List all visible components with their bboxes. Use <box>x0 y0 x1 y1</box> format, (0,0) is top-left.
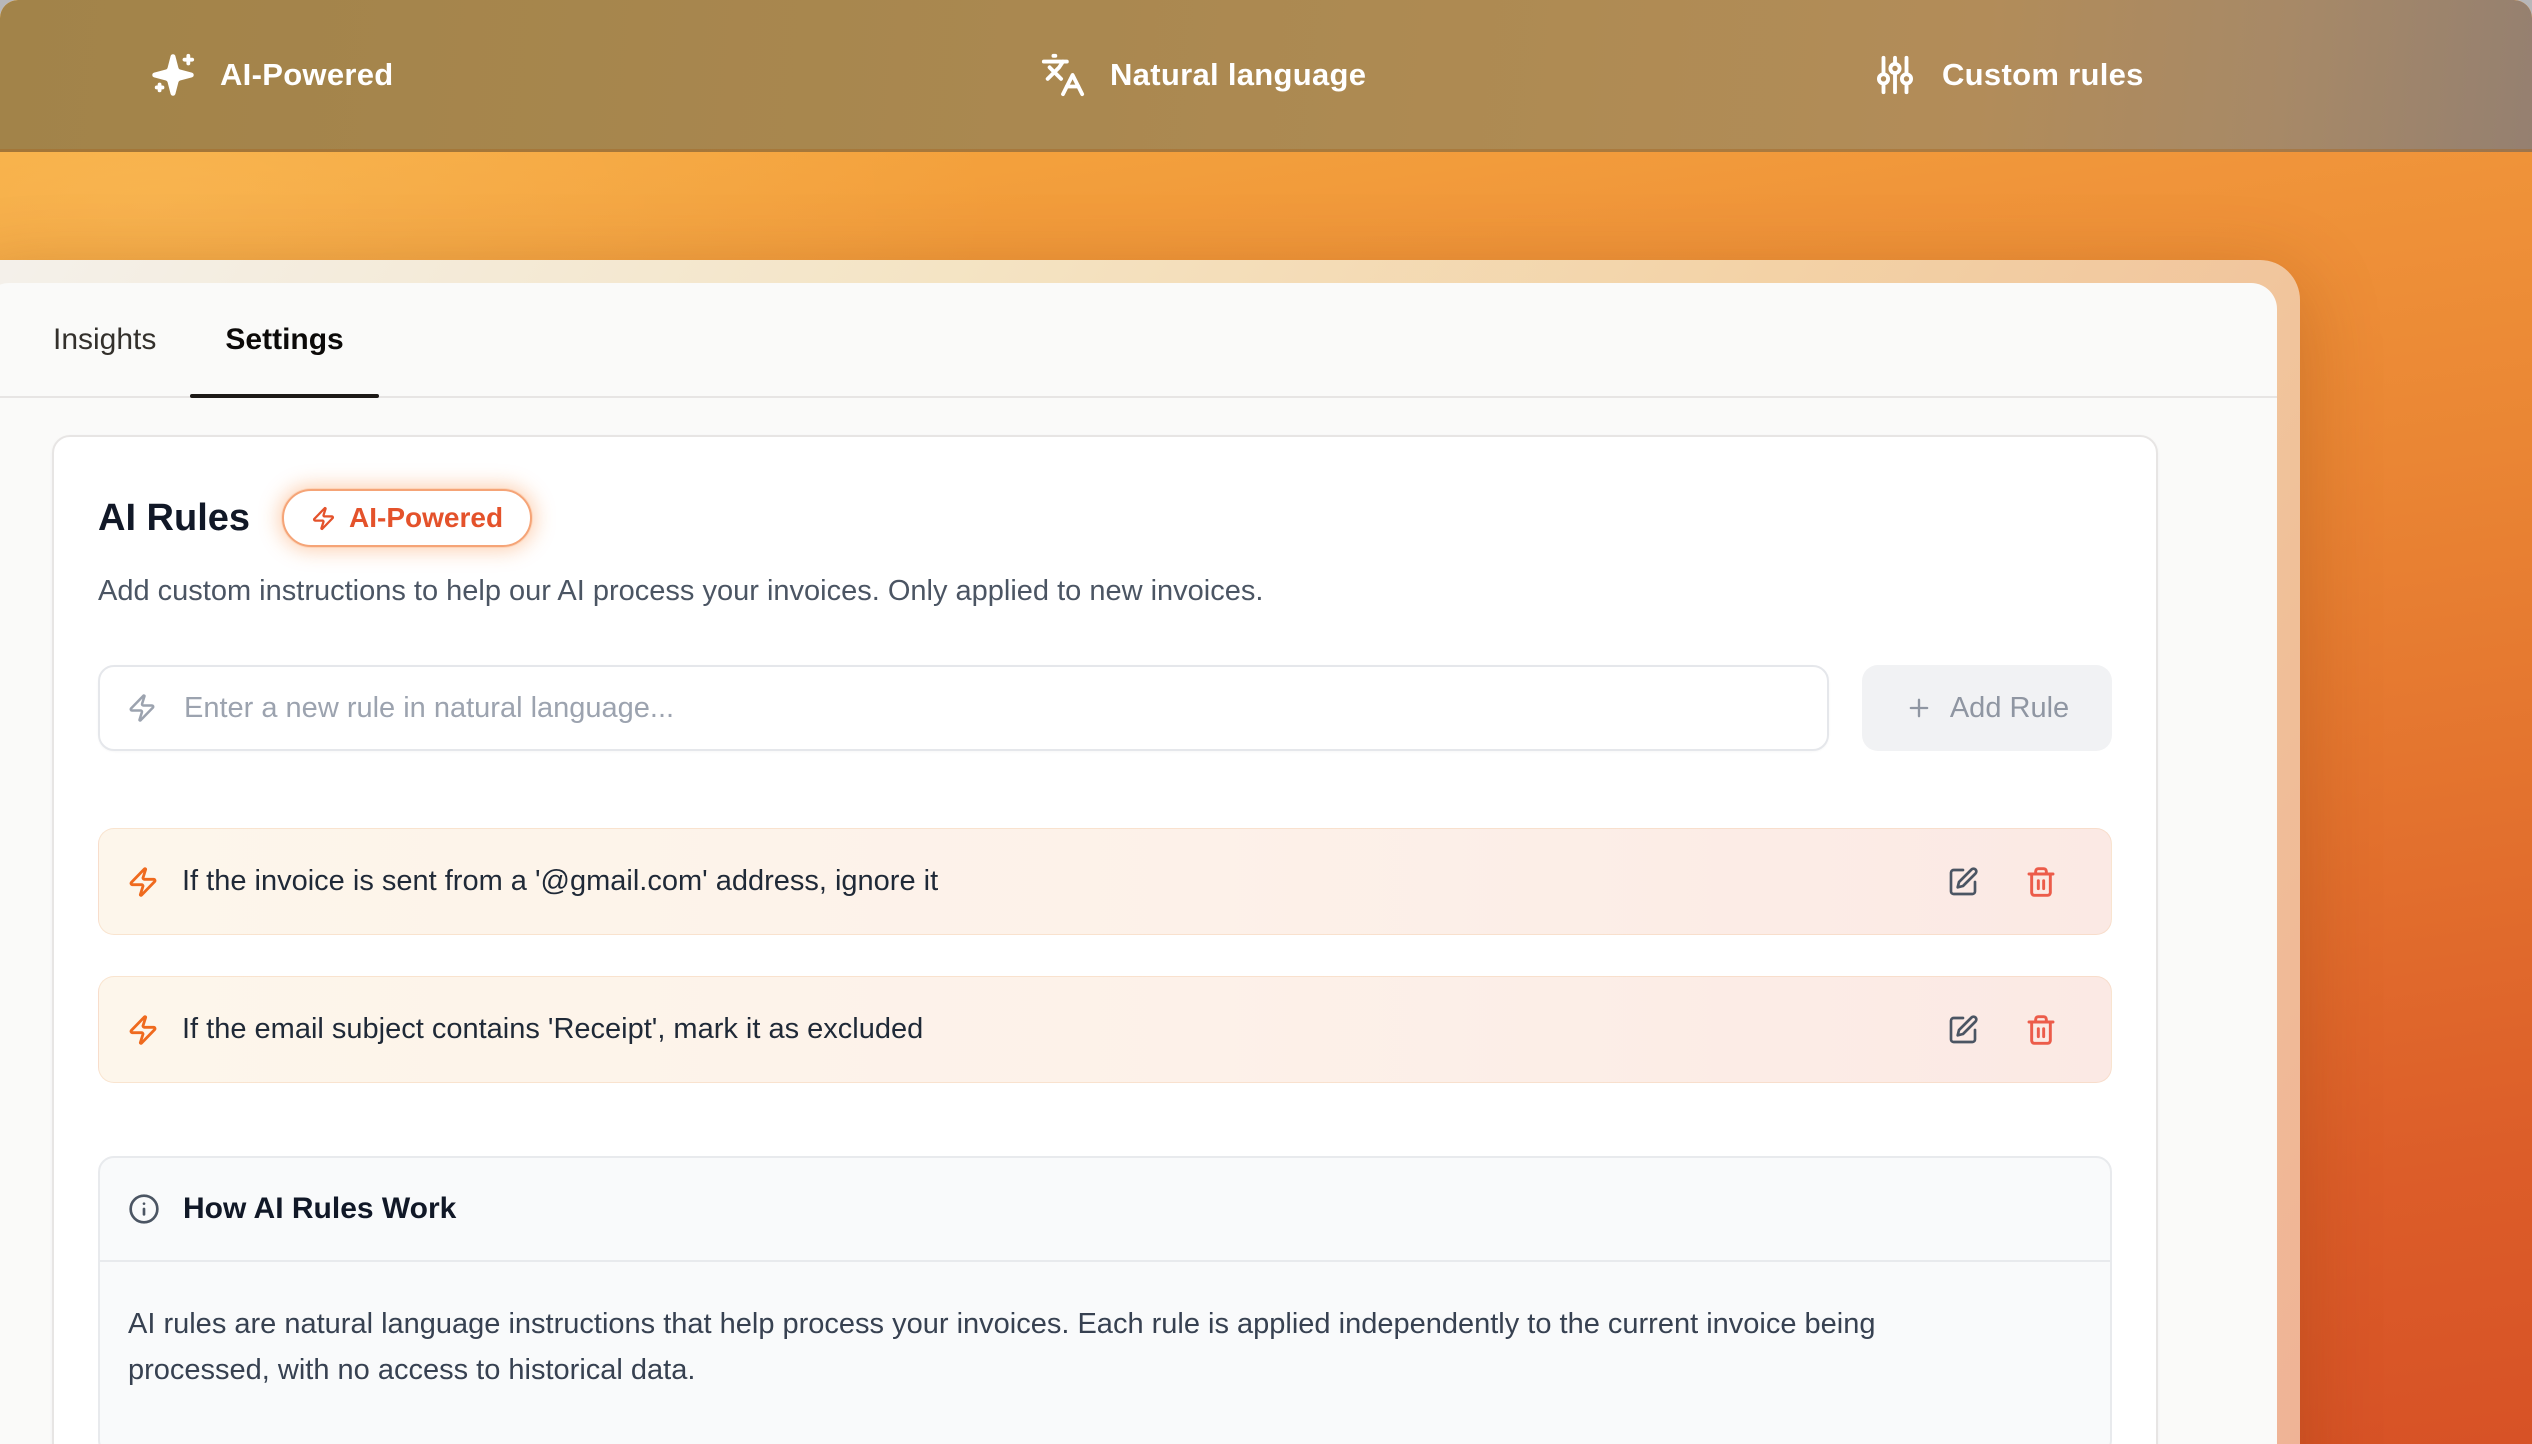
info-icon <box>128 1193 160 1225</box>
rule-row: If the email subject contains 'Receipt',… <box>98 976 2112 1083</box>
feature-label: AI-Powered <box>220 57 394 93</box>
rule-row: If the invoice is sent from a '@gmail.co… <box>98 828 2112 935</box>
trash-icon[interactable] <box>2025 1014 2057 1046</box>
info-title: How AI Rules Work <box>183 1192 456 1226</box>
zap-icon <box>127 693 157 723</box>
sliders-icon <box>1872 52 1918 98</box>
trash-icon[interactable] <box>2025 866 2057 898</box>
rule-actions <box>1947 866 2083 898</box>
languages-icon <box>1040 52 1086 98</box>
new-rule-row: Add Rule <box>98 665 2112 751</box>
rule-input[interactable] <box>182 691 1800 726</box>
add-rule-label: Add Rule <box>1950 692 2069 725</box>
edit-icon[interactable] <box>1947 866 1979 898</box>
tab-bar: Insights Settings <box>0 283 2277 398</box>
tab-label: Insights <box>53 323 156 357</box>
screen: AI-Powered Natural language Custom rules… <box>0 0 2532 1444</box>
ai-powered-badge: AI-Powered <box>282 489 532 547</box>
app-window: Insights Settings AI Rules AI-Powered <box>0 260 2300 1444</box>
rule-actions <box>1947 1014 2083 1046</box>
feature-label: Custom rules <box>1942 57 2144 93</box>
feature-custom-rules: Custom rules <box>1872 0 2144 149</box>
how-ai-rules-work-box: How AI Rules Work AI rules are natural l… <box>98 1156 2112 1444</box>
edit-icon[interactable] <box>1947 1014 1979 1046</box>
rule-text: If the invoice is sent from a '@gmail.co… <box>182 865 938 898</box>
add-rule-button[interactable]: Add Rule <box>1862 665 2112 751</box>
tab-settings[interactable]: Settings <box>190 283 378 396</box>
app-window-content: Insights Settings AI Rules AI-Powered <box>0 283 2277 1444</box>
info-header: How AI Rules Work <box>100 1158 2110 1262</box>
rule-input-field <box>98 665 1829 751</box>
plus-icon <box>1905 694 1933 722</box>
feature-banner: AI-Powered Natural language Custom rules <box>0 0 2532 152</box>
zap-icon <box>311 506 336 531</box>
card-header: AI Rules AI-Powered <box>98 489 2112 547</box>
feature-ai-powered: AI-Powered <box>150 0 394 149</box>
badge-label: AI-Powered <box>349 502 503 534</box>
card-description: Add custom instructions to help our AI p… <box>98 575 2112 608</box>
tab-insights[interactable]: Insights <box>53 283 156 396</box>
info-body: AI rules are natural language instructio… <box>100 1262 2000 1444</box>
feature-natural-language: Natural language <box>1040 0 1366 149</box>
tab-label: Settings <box>225 323 343 357</box>
ai-rules-card: AI Rules AI-Powered Add custom instructi… <box>52 435 2158 1444</box>
settings-panel: AI Rules AI-Powered Add custom instructi… <box>0 398 2277 1444</box>
sparkles-icon <box>150 52 196 98</box>
rule-text: If the email subject contains 'Receipt',… <box>182 1013 923 1046</box>
feature-label: Natural language <box>1110 57 1366 93</box>
zap-icon <box>127 866 159 898</box>
rules-list: If the invoice is sent from a '@gmail.co… <box>98 828 2112 1083</box>
card-title: AI Rules <box>98 497 250 540</box>
zap-icon <box>127 1014 159 1046</box>
